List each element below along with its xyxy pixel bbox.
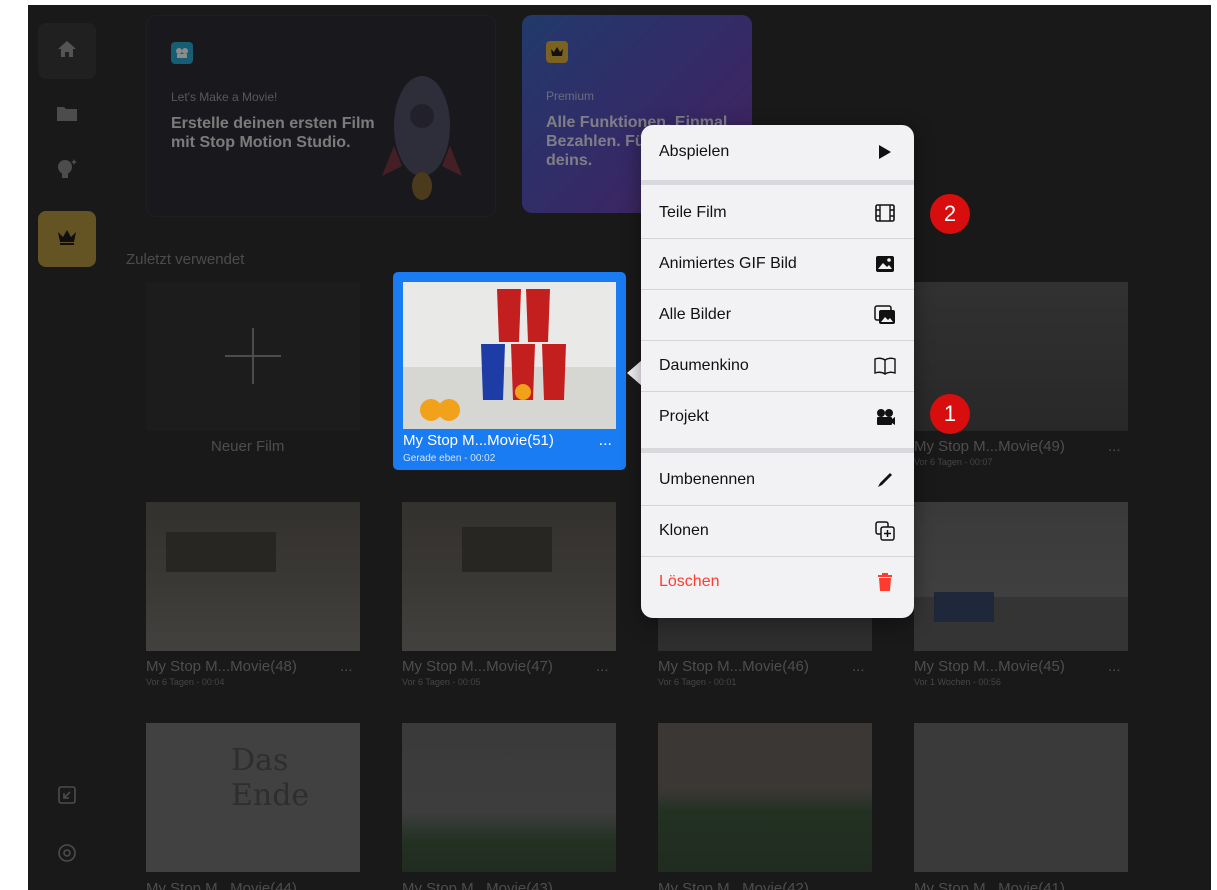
menu-item-label: Umbenennen: [659, 471, 756, 488]
book-icon: [874, 355, 896, 377]
screen: Let's Make a Movie! Erstelle deinen erst…: [28, 5, 1211, 890]
menu-item-all-images[interactable]: Alle Bilder: [641, 290, 914, 340]
menu-item-label: Teile Film: [659, 204, 727, 221]
annotation-badge-1: 1: [930, 394, 970, 434]
menu-item-label: Klonen: [659, 522, 709, 539]
menu-item-label: Alle Bilder: [659, 306, 732, 323]
menu-item-project[interactable]: Projekt: [641, 392, 914, 442]
menu-item-play[interactable]: Abspielen: [641, 127, 914, 177]
menu-item-label: Daumenkino: [659, 357, 749, 374]
menu-item-clone[interactable]: Klonen: [641, 506, 914, 556]
images-icon: [874, 304, 896, 326]
image-icon: [874, 253, 896, 275]
duplicate-icon: [874, 520, 896, 542]
menu-separator: [641, 180, 914, 185]
menu-item-label: Abspielen: [659, 143, 730, 160]
menu-item-gif[interactable]: Animiertes GIF Bild: [641, 239, 914, 289]
menu-item-label: Projekt: [659, 408, 709, 425]
movie-thumbnail: [403, 282, 616, 429]
movie-sub-51: Gerade eben - 00:02: [403, 453, 496, 464]
film-icon: [874, 202, 896, 224]
trash-icon: [874, 571, 896, 593]
menu-item-delete[interactable]: Löschen: [641, 557, 914, 607]
menu-item-rename[interactable]: Umbenennen: [641, 455, 914, 505]
menu-item-label: Animiertes GIF Bild: [659, 255, 797, 272]
menu-item-flipbook[interactable]: Daumenkino: [641, 341, 914, 391]
annotation-badge-2: 2: [930, 194, 970, 234]
movie-camera-icon: [874, 406, 896, 428]
more-icon[interactable]: ...: [599, 432, 612, 450]
selected-movie-tile[interactable]: My Stop M...Movie(51) ... Gerade eben - …: [393, 272, 626, 470]
menu-separator: [641, 448, 914, 453]
menu-item-share-film[interactable]: Teile Film: [641, 188, 914, 238]
context-menu: Abspielen Teile Film Animiertes GIF Bild…: [641, 125, 914, 618]
pencil-icon: [874, 469, 896, 491]
movie-title-51: My Stop M...Movie(51): [403, 432, 554, 449]
menu-item-label: Löschen: [659, 573, 720, 590]
play-icon: [874, 141, 896, 163]
menu-pointer: [627, 360, 642, 386]
